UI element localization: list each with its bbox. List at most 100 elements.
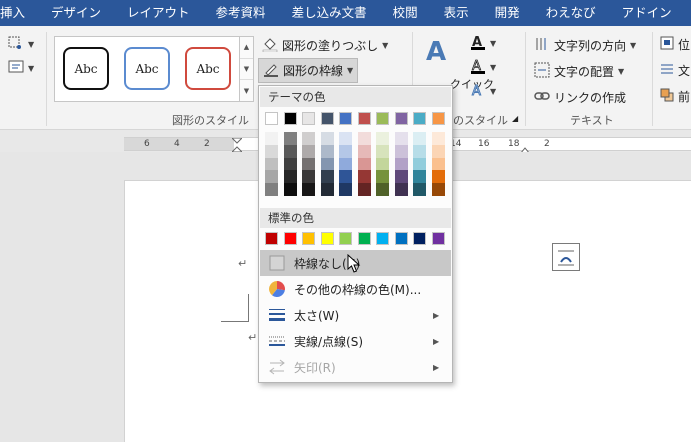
tab-mailings[interactable]: 差し込み文書 (279, 0, 380, 26)
theme-color-swatch[interactable] (357, 112, 371, 125)
standard-color-swatch[interactable] (413, 232, 426, 245)
theme-shade-swatch[interactable] (394, 132, 408, 145)
right-indent-marker[interactable] (518, 143, 532, 155)
scroll-up-icon[interactable]: ▲ (240, 37, 253, 59)
theme-shade-swatch[interactable] (302, 132, 315, 145)
theme-shade-swatch[interactable] (376, 132, 389, 145)
theme-shade-swatch[interactable] (376, 170, 389, 184)
theme-shade-swatch[interactable] (431, 132, 445, 145)
style-black-outline[interactable]: Abc (63, 47, 109, 90)
tab-layout[interactable]: レイアウト (114, 0, 203, 26)
shape-tool-button[interactable]: ▼ (8, 36, 34, 53)
theme-color-swatch[interactable] (302, 112, 315, 125)
theme-shade-swatch[interactable] (376, 183, 389, 196)
theme-shade-swatch[interactable] (413, 144, 426, 158)
theme-shade-swatch[interactable] (339, 132, 352, 145)
create-link-button[interactable]: リンクの作成 (534, 88, 626, 107)
theme-shade-swatch[interactable] (431, 170, 445, 184)
gallery-expand-icon[interactable]: ▼ (240, 80, 253, 101)
theme-shade-swatch[interactable] (339, 144, 352, 158)
theme-shade-swatch[interactable] (413, 157, 426, 171)
layout-options-button[interactable] (552, 243, 580, 271)
tab-review[interactable]: 校閲 (380, 0, 431, 26)
theme-color-swatch[interactable] (394, 112, 408, 125)
theme-shade-swatch[interactable] (357, 170, 371, 184)
bring-forward-button[interactable]: 前 (660, 88, 690, 105)
standard-color-swatch[interactable] (357, 232, 371, 245)
theme-shade-swatch[interactable] (320, 144, 334, 158)
text-direction-button[interactable]: 文字列の方向 ▼ (534, 36, 636, 55)
theme-shade-swatch[interactable] (283, 170, 297, 184)
theme-color-swatch[interactable] (376, 112, 389, 125)
theme-shade-swatch[interactable] (320, 132, 334, 145)
theme-shade-swatch[interactable] (357, 132, 371, 145)
theme-shade-swatch[interactable] (265, 183, 278, 196)
theme-color-swatch[interactable] (320, 112, 334, 125)
standard-color-swatch[interactable] (320, 232, 334, 245)
theme-color-swatch[interactable] (283, 112, 297, 125)
style-blue-outline[interactable]: Abc (124, 47, 170, 90)
theme-shade-swatch[interactable] (339, 170, 352, 184)
line-weight-item[interactable]: 太さ(W) ▶ (260, 302, 451, 328)
tab-insert[interactable]: 挿入 (0, 0, 38, 26)
more-outline-colors-item[interactable]: その他の枠線の色(M)... (260, 276, 451, 302)
theme-shade-swatch[interactable] (265, 157, 278, 171)
gallery-scroll[interactable]: ▲ ▼ ▼ (240, 36, 254, 102)
theme-shade-swatch[interactable] (283, 157, 297, 171)
theme-shade-swatch[interactable] (320, 183, 334, 196)
standard-color-swatch[interactable] (339, 232, 352, 245)
theme-color-swatch[interactable] (339, 112, 352, 125)
theme-shade-swatch[interactable] (394, 144, 408, 158)
theme-shade-swatch[interactable] (265, 170, 278, 184)
theme-shade-swatch[interactable] (413, 183, 426, 196)
wordart-quick-styles-button[interactable]: A (424, 36, 452, 69)
shape-fill-button[interactable]: 図形の塗りつぶし ▼ (262, 36, 388, 55)
theme-color-swatch[interactable] (431, 112, 445, 125)
theme-shade-swatch[interactable] (320, 157, 334, 171)
theme-shade-swatch[interactable] (357, 144, 371, 158)
theme-shade-swatch[interactable] (265, 132, 278, 145)
text-effects-button[interactable]: A ▼ (470, 82, 497, 101)
theme-shade-swatch[interactable] (283, 144, 297, 158)
theme-color-swatch[interactable] (265, 112, 278, 125)
theme-shade-swatch[interactable] (302, 144, 315, 158)
tab-waenavi[interactable]: わえなび (533, 0, 609, 26)
theme-shade-swatch[interactable] (302, 157, 315, 171)
theme-shade-swatch[interactable] (357, 183, 371, 196)
theme-shade-swatch[interactable] (302, 183, 315, 196)
theme-shade-swatch[interactable] (394, 157, 408, 171)
text-outline-button[interactable]: A ▼ (470, 58, 496, 77)
standard-color-swatch[interactable] (394, 232, 408, 245)
theme-shade-swatch[interactable] (431, 144, 445, 158)
standard-color-swatch[interactable] (283, 232, 297, 245)
scroll-down-icon[interactable]: ▼ (240, 59, 253, 81)
theme-shade-swatch[interactable] (283, 183, 297, 196)
standard-color-swatch[interactable] (376, 232, 389, 245)
dashes-item[interactable]: 実線/点線(S) ▶ (260, 328, 451, 354)
theme-shade-swatch[interactable] (394, 170, 408, 184)
standard-color-swatch[interactable] (265, 232, 278, 245)
tab-developer[interactable]: 開発 (482, 0, 533, 26)
dialog-launcher-icon[interactable]: ◢ (512, 114, 518, 123)
theme-shade-swatch[interactable] (413, 170, 426, 184)
tab-addins[interactable]: アドイン (609, 0, 685, 26)
theme-shade-swatch[interactable] (376, 144, 389, 158)
theme-shade-swatch[interactable] (431, 157, 445, 171)
position-button[interactable]: 位 (660, 36, 690, 53)
theme-shade-swatch[interactable] (431, 183, 445, 196)
arrows-item[interactable]: 矢印(R) ▶ (260, 354, 451, 380)
tab-design[interactable]: デザイン (38, 0, 114, 26)
theme-shade-swatch[interactable] (283, 132, 297, 145)
theme-shade-swatch[interactable] (339, 157, 352, 171)
text-fill-button[interactable]: A ▼ (470, 34, 496, 53)
theme-shade-swatch[interactable] (376, 157, 389, 171)
theme-shade-swatch[interactable] (339, 183, 352, 196)
tab-view[interactable]: 表示 (431, 0, 482, 26)
standard-color-swatch[interactable] (431, 232, 445, 245)
theme-shade-swatch[interactable] (265, 144, 278, 158)
theme-shade-swatch[interactable] (357, 157, 371, 171)
theme-shade-swatch[interactable] (320, 170, 334, 184)
theme-shade-swatch[interactable] (413, 132, 426, 145)
wrap-text-button[interactable]: 文 (660, 62, 690, 79)
theme-color-swatch[interactable] (413, 112, 426, 125)
